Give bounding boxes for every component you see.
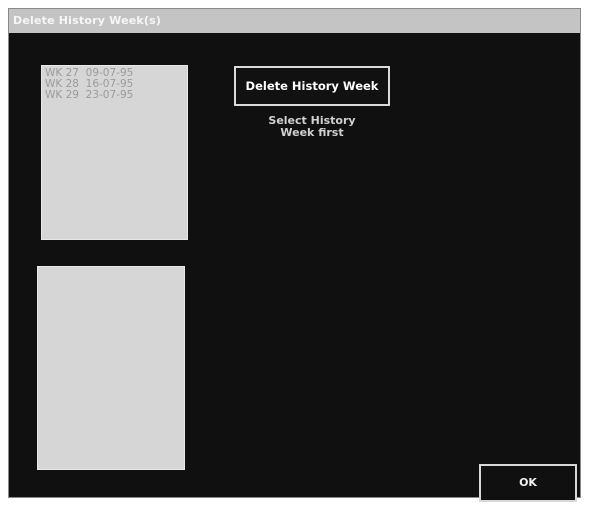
history-weeks-listbox[interactable]: WK 27 09-07-95 WK 28 16-07-95 WK 29 23-0… [41,65,188,240]
list-item[interactable]: WK 29 23-07-95 [45,90,187,101]
delete-history-week-button[interactable]: Delete History Week [234,66,390,106]
title-bar: Delete History Week(s) [9,9,580,33]
selected-weeks-listbox[interactable] [37,266,185,470]
window-title: Delete History Week(s) [13,14,162,27]
select-week-hint: Select History Week first [268,114,356,139]
ok-button[interactable]: OK [479,464,577,502]
dialog-window: Delete History Week(s) WK 27 09-07-95 WK… [8,8,581,502]
